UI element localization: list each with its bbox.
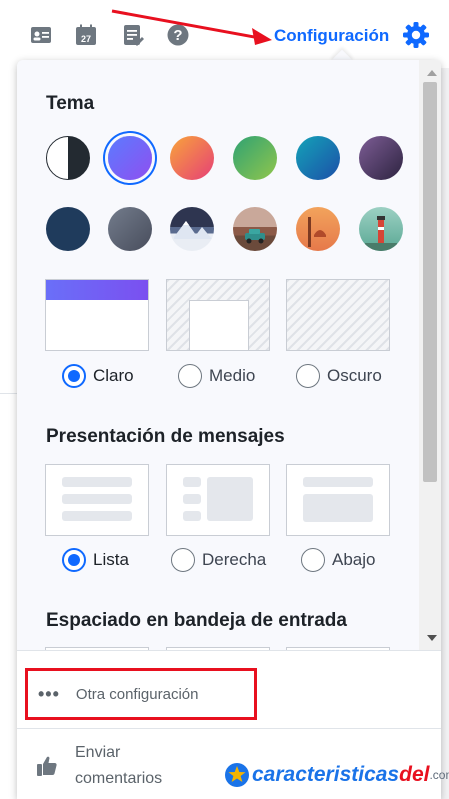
watermark-logo: caracteristicas del .com bbox=[224, 762, 449, 788]
message-layout-title: Presentación de mensajes bbox=[46, 426, 285, 447]
theme-swatch-navy[interactable] bbox=[46, 207, 90, 251]
radio-bottom[interactable] bbox=[301, 548, 325, 572]
settings-panel: Tema Claro Medio Oscuro Presentación de … bbox=[17, 60, 441, 799]
layout-list-label: Lista bbox=[93, 550, 129, 569]
annotation-highlight-box bbox=[25, 668, 257, 720]
theme-mode-dark-label: Oscuro bbox=[327, 366, 382, 385]
theme-swatch-orange-pink[interactable] bbox=[170, 136, 214, 180]
star-badge-icon bbox=[225, 763, 249, 787]
theme-swatch-violet[interactable] bbox=[108, 136, 152, 180]
footer-divider bbox=[17, 728, 441, 729]
layout-right-option[interactable]: Derecha bbox=[171, 548, 266, 572]
theme-mode-medium-preview[interactable] bbox=[166, 279, 270, 351]
settings-scroll-area[interactable]: Tema Claro Medio Oscuro Presentación de … bbox=[17, 60, 441, 650]
layout-list-option[interactable]: Lista bbox=[62, 548, 129, 572]
theme-mode-light-label: Claro bbox=[93, 366, 134, 385]
watermark-domain: .com bbox=[429, 768, 449, 782]
background-page bbox=[0, 68, 17, 799]
theme-mode-medium-label: Medio bbox=[209, 366, 256, 385]
theme-mode-medium-option[interactable]: Medio bbox=[178, 364, 255, 388]
layout-bottom-preview[interactable] bbox=[286, 464, 390, 536]
inbox-spacing-title: Espaciado en bandeja de entrada bbox=[46, 610, 347, 631]
scroll-thumb[interactable] bbox=[423, 82, 437, 482]
theme-mode-light-option[interactable]: Claro bbox=[62, 364, 134, 388]
layout-right-preview[interactable] bbox=[166, 464, 270, 536]
calendar-day: 27 bbox=[81, 34, 91, 44]
annotation-arrow bbox=[111, 9, 272, 45]
watermark-text: caracteristicas bbox=[252, 763, 400, 786]
theme-swatch-mountain-scene[interactable] bbox=[170, 207, 214, 251]
theme-swatch-desert-scene[interactable] bbox=[296, 207, 340, 251]
panel-scrollbar[interactable] bbox=[419, 60, 441, 650]
theme-mode-dark-preview[interactable] bbox=[286, 279, 390, 351]
feedback-label-line1: Enviar bbox=[75, 744, 121, 761]
theme-swatch-lighthouse-scene[interactable] bbox=[359, 207, 403, 251]
feedback-label-line2: comentarios bbox=[75, 770, 163, 787]
layout-bottom-option[interactable]: Abajo bbox=[301, 548, 375, 572]
send-feedback-button[interactable]: Enviar comentarios bbox=[36, 740, 162, 792]
theme-swatch-purple[interactable] bbox=[359, 136, 403, 180]
layout-list-preview[interactable] bbox=[45, 464, 149, 536]
radio-right[interactable] bbox=[171, 548, 195, 572]
layout-bottom-label: Abajo bbox=[332, 550, 376, 569]
theme-swatch-teal-blue[interactable] bbox=[296, 136, 340, 180]
gear-icon[interactable] bbox=[402, 21, 430, 49]
radio-dark[interactable] bbox=[296, 364, 320, 388]
theme-title: Tema bbox=[46, 93, 95, 114]
scroll-down-arrow[interactable] bbox=[427, 635, 437, 641]
theme-swatch-contrast[interactable] bbox=[46, 136, 90, 180]
watermark-suffix: del bbox=[399, 763, 430, 786]
radio-light[interactable] bbox=[62, 364, 86, 388]
settings-link[interactable]: Configuración bbox=[274, 26, 389, 46]
scroll-up-arrow[interactable] bbox=[427, 70, 437, 76]
theme-mode-light-preview[interactable] bbox=[45, 279, 149, 351]
radio-list[interactable] bbox=[62, 548, 86, 572]
theme-swatch-car-scene[interactable] bbox=[233, 207, 277, 251]
thumbs-up-icon bbox=[37, 756, 57, 776]
theme-mode-dark-option[interactable]: Oscuro bbox=[296, 364, 382, 388]
radio-medium[interactable] bbox=[178, 364, 202, 388]
theme-swatch-green[interactable] bbox=[233, 136, 277, 180]
contact-card-icon[interactable] bbox=[30, 24, 52, 46]
theme-swatch-slate[interactable] bbox=[108, 207, 152, 251]
layout-right-label: Derecha bbox=[202, 550, 267, 569]
calendar-icon[interactable]: 27 bbox=[75, 24, 97, 46]
